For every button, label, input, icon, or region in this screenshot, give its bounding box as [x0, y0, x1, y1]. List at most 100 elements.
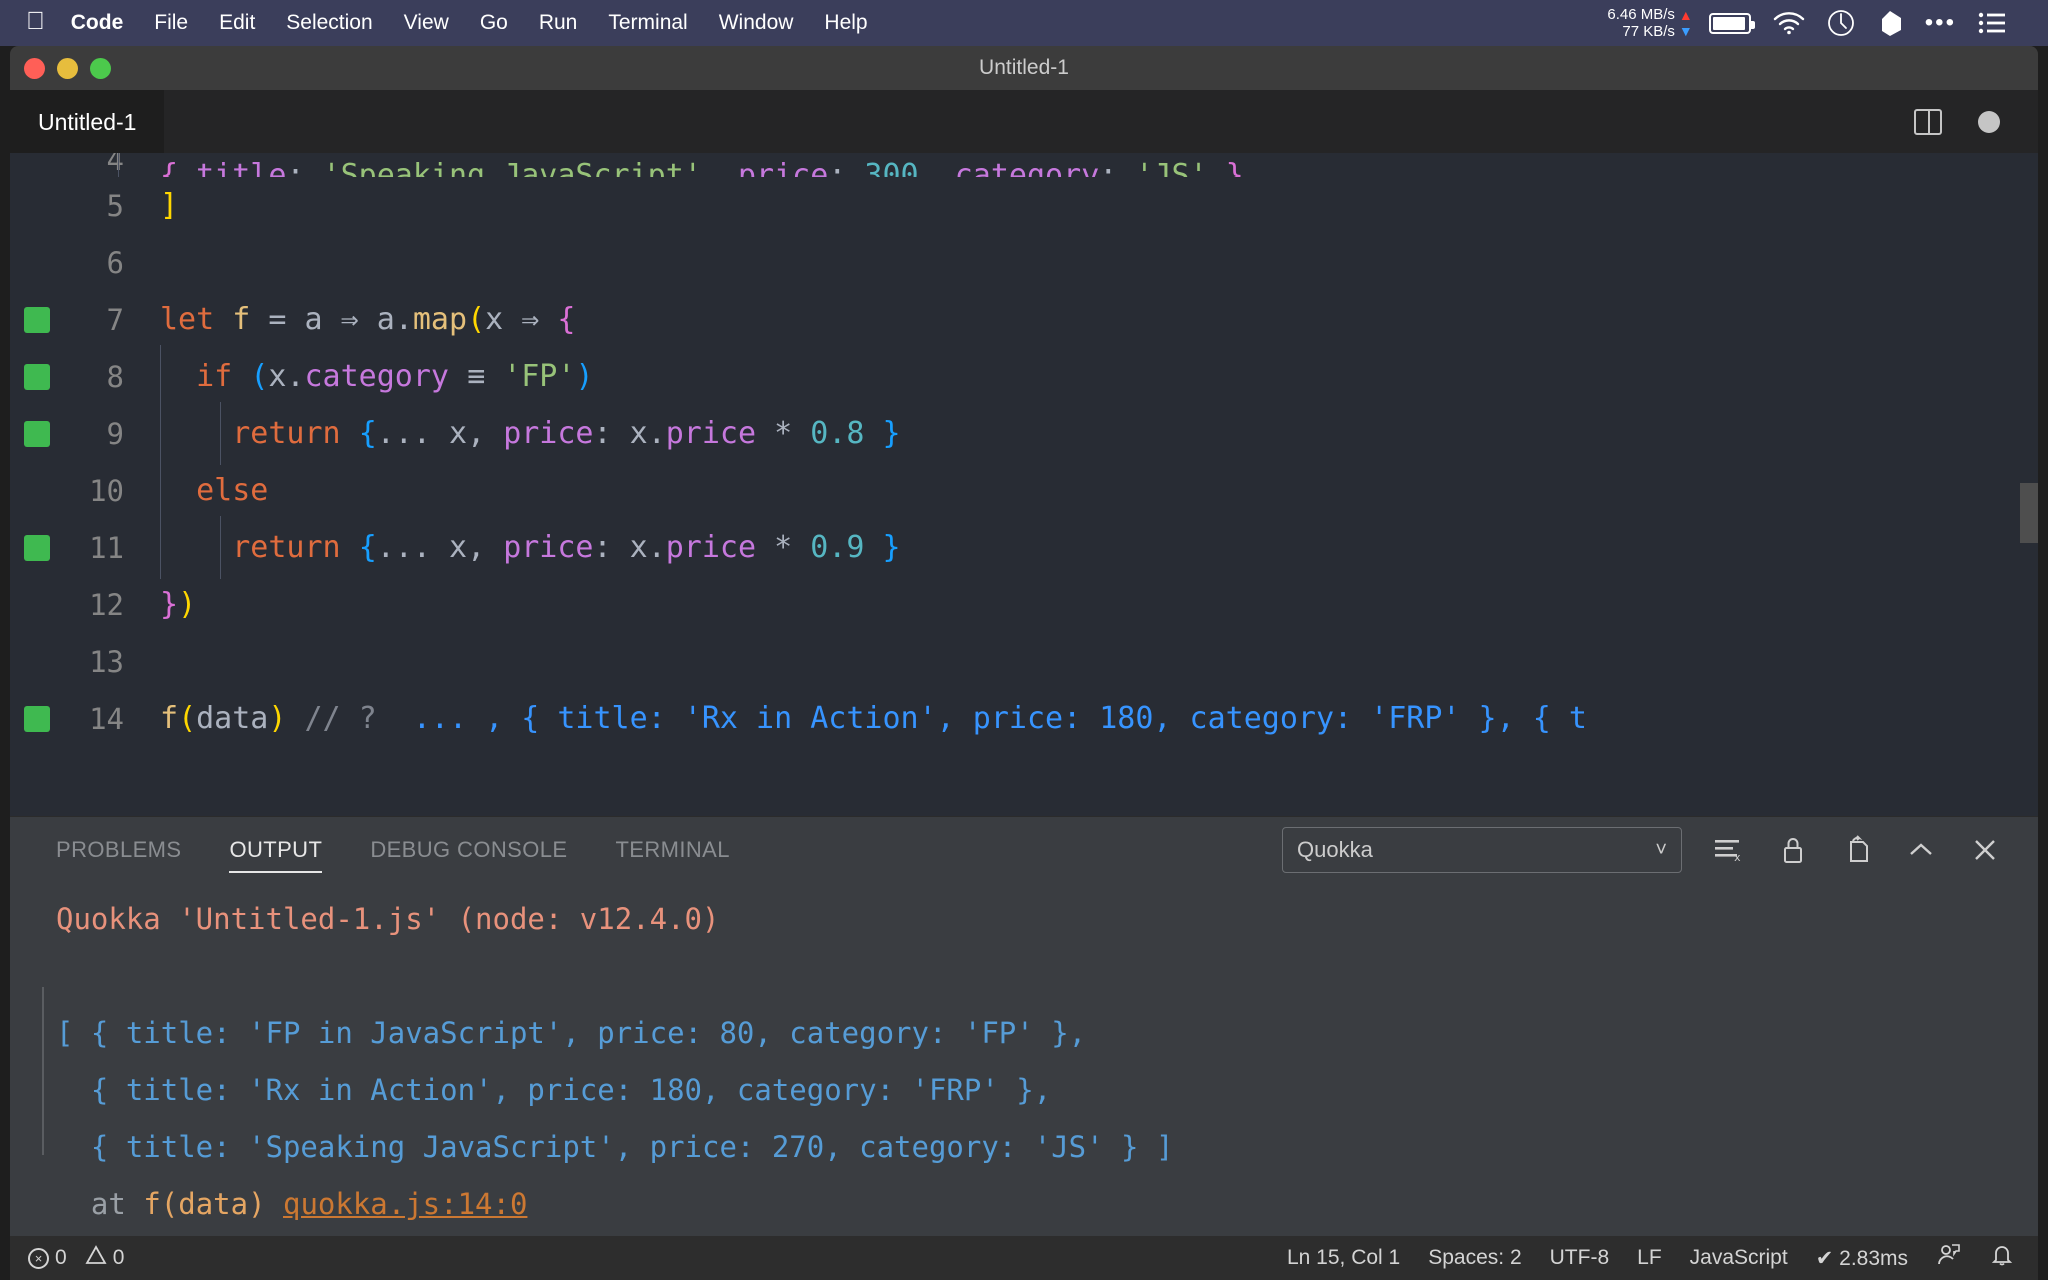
control-center-icon[interactable]: [1978, 12, 2006, 34]
dropbox-icon[interactable]: [1877, 9, 1903, 37]
code-line-text: return {... x, price: x.price * 0.9 }: [160, 516, 901, 579]
status-bar-right: Ln 15, Col 1 Spaces: 2 UTF-8 LF JavaScri…: [1287, 1242, 2020, 1274]
download-arrow-icon: ▼: [1678, 23, 1693, 39]
quokka-inline-value: ... , { title: 'Rx in Action', price: 18…: [412, 701, 1587, 736]
menu-item-terminal[interactable]: Terminal: [608, 11, 687, 35]
panel-tab-problems[interactable]: PROBLEMS: [56, 817, 181, 883]
menu-item-selection[interactable]: Selection: [286, 11, 372, 35]
code-line-13: 13: [10, 633, 2038, 690]
menu-item-edit[interactable]: Edit: [219, 11, 255, 35]
output-result-line-2: { title: 'Rx in Action', price: 180, cat…: [56, 1073, 1052, 1107]
line-number: 4: [106, 153, 124, 177]
output-view[interactable]: Quokka 'Untitled-1.js' (node: v12.4.0) […: [10, 883, 2038, 1236]
code-line-text: f(data) // ? ... , { title: 'Rx in Actio…: [160, 701, 1587, 736]
window-title-bar: Untitled-1: [10, 46, 2038, 90]
error-count: 0: [55, 1246, 67, 1269]
editor-tab-bar: Untitled-1: [10, 90, 2038, 153]
menu-item-file[interactable]: File: [154, 11, 188, 35]
output-channel-value: Quokka: [1297, 837, 1373, 862]
svg-text:x: x: [1734, 851, 1741, 863]
status-encoding[interactable]: UTF-8: [1550, 1246, 1610, 1270]
output-header-line: Quokka 'Untitled-1.js' (node: v12.4.0): [56, 902, 720, 936]
code-line-text: ]: [160, 188, 179, 223]
quokka-coverage-indicator: [24, 421, 50, 447]
menu-item-go[interactable]: Go: [480, 11, 508, 35]
editor-vertical-scrollbar[interactable]: [2020, 483, 2038, 543]
panel-tab-bar: PROBLEMS OUTPUT DEBUG CONSOLE TERMINAL Q…: [10, 817, 2038, 883]
quokka-coverage-indicator: [24, 535, 50, 561]
more-dots-icon[interactable]: •••: [1925, 11, 1956, 35]
status-language-mode[interactable]: JavaScript: [1690, 1246, 1788, 1270]
menu-item-run[interactable]: Run: [539, 11, 578, 35]
vscode-window: Untitled-1 Untitled-1 4 { title: 'Speaki…: [10, 46, 2038, 1280]
split-editor-icon[interactable]: [1914, 108, 1942, 135]
output-blank-line: [56, 948, 2038, 1005]
panel-tab-terminal[interactable]: TERMINAL: [615, 817, 729, 883]
code-line-text: else: [160, 459, 268, 522]
window-title: Untitled-1: [979, 56, 1069, 79]
code-line-text: { title: 'Speaking JavaScript', price: 3…: [118, 153, 1244, 177]
status-indentation[interactable]: Spaces: 2: [1428, 1246, 1521, 1270]
menu-item-view[interactable]: View: [404, 11, 449, 35]
bell-icon[interactable]: [1990, 1242, 2014, 1274]
lock-scroll-icon[interactable]: [1776, 833, 1810, 867]
unsaved-indicator-icon[interactable]: [1978, 110, 2000, 133]
feedback-icon[interactable]: [1936, 1242, 1962, 1274]
warning-icon: [85, 1245, 107, 1271]
battery-icon[interactable]: [1708, 12, 1755, 34]
editor-actions: [1914, 108, 2038, 135]
clock-icon[interactable]: [1827, 9, 1855, 37]
trace-function-name: f(data): [143, 1187, 283, 1221]
code-editor[interactable]: 4 { title: 'Speaking JavaScript', price:…: [10, 153, 2038, 816]
menu-item-code[interactable]: Code: [71, 11, 124, 35]
code-line-5: 5 ]: [10, 177, 2038, 234]
output-indent-guide: [42, 987, 44, 1155]
status-warnings[interactable]: 0: [85, 1245, 125, 1271]
close-panel-icon[interactable]: [1968, 833, 2002, 867]
code-line-9: 9 return {... x, price: x.price * 0.8 }: [10, 402, 2038, 465]
status-bar: × 0 0 Ln 15, Col 1 Spaces: 2 UTF-8 LF Ja…: [10, 1236, 2038, 1280]
menu-item-help[interactable]: Help: [824, 11, 867, 35]
network-speed-indicator[interactable]: 6.46 MB/s 77 KB/s ▲ ▼: [1607, 6, 1692, 40]
output-result-line-3: { title: 'Speaking JavaScript', price: 2…: [56, 1130, 1174, 1164]
code-line-6: 6: [10, 234, 2038, 291]
warning-count: 0: [112, 1246, 125, 1269]
maximize-panel-icon[interactable]: [1904, 833, 1938, 867]
quokka-coverage-indicator: [24, 706, 50, 732]
trace-at-keyword: at: [90, 1187, 144, 1221]
code-line-10: 10 else: [10, 459, 2038, 522]
network-upload-speed: 6.46 MB/s: [1607, 6, 1675, 23]
editor-tab-untitled-1[interactable]: Untitled-1: [10, 90, 165, 153]
panel-toolbar: Quokka ˅ x: [1282, 827, 2038, 873]
open-in-editor-icon[interactable]: [1840, 833, 1874, 867]
code-line-text: let f = a ⇒ a.map(x ⇒ {: [160, 302, 576, 337]
code-line-text: return {... x, price: x.price * 0.8 }: [160, 402, 901, 465]
code-line-text: if (x.category ≡ 'FP'): [160, 345, 594, 408]
status-quokka-time[interactable]: ✔ 2.83ms: [1816, 1246, 1908, 1271]
bottom-panel: PROBLEMS OUTPUT DEBUG CONSOLE TERMINAL Q…: [10, 816, 2038, 1236]
code-line-4: 4 { title: 'Speaking JavaScript', price:…: [10, 153, 2038, 177]
line-number: 10: [89, 473, 124, 508]
menu-item-window[interactable]: Window: [719, 11, 794, 35]
status-eol[interactable]: LF: [1637, 1246, 1662, 1270]
line-number: 5: [106, 188, 124, 223]
error-icon: ×: [28, 1247, 49, 1269]
apple-icon[interactable]: : [26, 8, 45, 34]
quokka-coverage-indicator: [24, 364, 50, 390]
panel-tab-debug-console[interactable]: DEBUG CONSOLE: [370, 817, 567, 883]
network-download-speed: 77 KB/s: [1622, 23, 1675, 40]
output-result-line-1: [ { title: 'FP in JavaScript', price: 80…: [56, 1016, 1087, 1050]
code-line-12: 12 }): [10, 576, 2038, 633]
status-bar-left: × 0 0: [28, 1245, 124, 1271]
editor-tab-label: Untitled-1: [38, 108, 137, 135]
output-channel-select[interactable]: Quokka ˅: [1282, 827, 1682, 873]
trace-source-link[interactable]: quokka.js:14:0: [283, 1187, 527, 1221]
wifi-icon[interactable]: [1773, 11, 1805, 35]
status-cursor-position[interactable]: Ln 15, Col 1: [1287, 1246, 1400, 1270]
chevron-down-icon: ˅: [1655, 838, 1667, 861]
panel-tab-output[interactable]: OUTPUT: [229, 817, 323, 883]
clear-output-icon[interactable]: x: [1712, 833, 1746, 867]
code-line-11: 11 return {... x, price: x.price * 0.9 }: [10, 516, 2038, 579]
line-number: 13: [89, 644, 124, 679]
status-errors[interactable]: × 0: [28, 1246, 67, 1270]
